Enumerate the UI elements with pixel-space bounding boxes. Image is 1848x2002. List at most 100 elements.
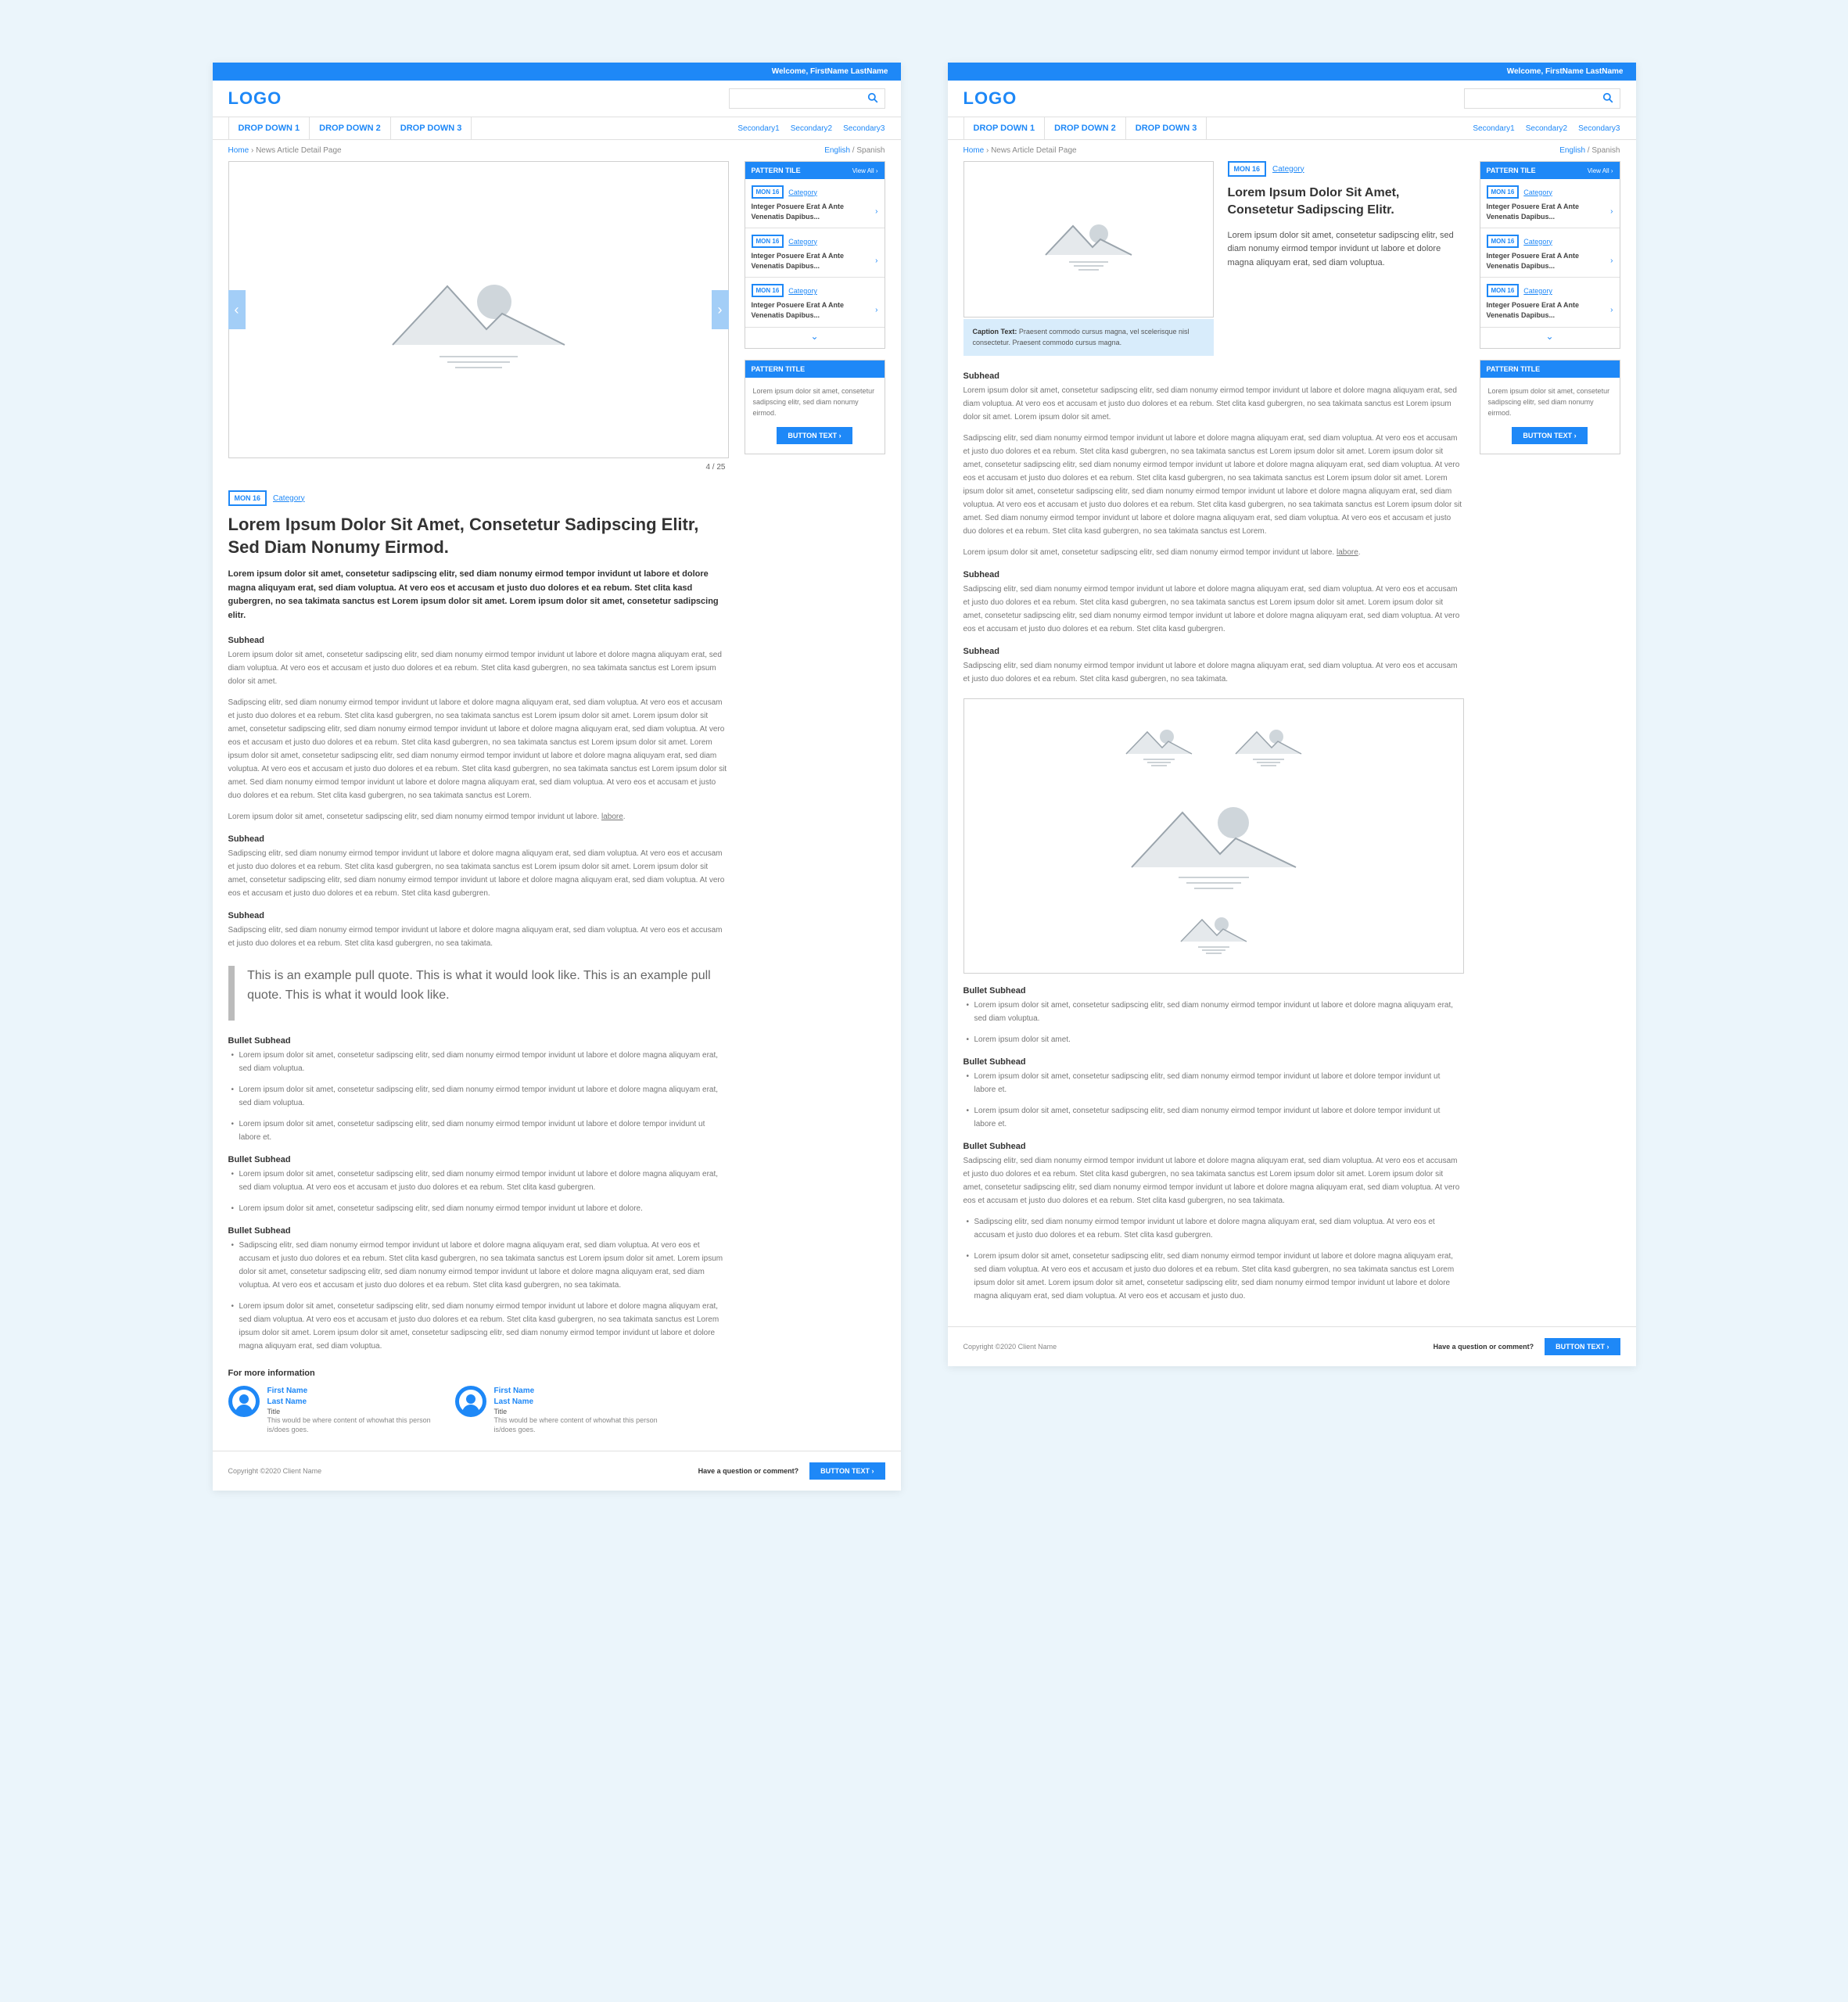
body-paragraph: Lorem ipsum dolor sit amet, consetetur s… [963, 384, 1464, 424]
chevron-right-icon: › [1606, 257, 1613, 265]
news-category-link[interactable]: Category [788, 287, 817, 295]
language-toggle: English / Spanish [1559, 146, 1620, 155]
sidebar-news-panel: PATTERN TILE View All › MON 16Category I… [1480, 161, 1620, 349]
nav-secondary-1[interactable]: Secondary1 [737, 124, 779, 133]
more-information: For more information First Name Last Nam… [228, 1369, 729, 1435]
contact-name[interactable]: First Name Last Name [267, 1386, 432, 1408]
sidebar-news-item[interactable]: MON 16Category Integer Posuere Erat A An… [745, 179, 885, 228]
search-icon[interactable] [861, 92, 885, 106]
chevron-right-icon: › [870, 306, 877, 314]
body-paragraph: Sadipscing elitr, sed diam nonumy eirmod… [228, 696, 729, 802]
search-icon[interactable] [1596, 92, 1620, 106]
nav-secondary-3[interactable]: Secondary3 [843, 124, 885, 133]
panel-title: PATTERN TILE [1487, 167, 1536, 174]
panel-more-toggle[interactable]: ⌄ [1480, 328, 1620, 348]
nav-dropdown-3[interactable]: DROP DOWN 3 [390, 117, 472, 139]
sidebar-news-item[interactable]: MON 16Category Integer Posuere Erat A An… [745, 228, 885, 278]
news-category-link[interactable]: Category [788, 238, 817, 246]
carousel-prev-button[interactable]: ‹ [228, 290, 246, 329]
sidebar-news-item[interactable]: MON 16Category Integer Posuere Erat A An… [1480, 179, 1620, 228]
footer-question: Have a question or comment? [698, 1467, 799, 1475]
pull-quote-bar [228, 966, 235, 1021]
lang-spanish[interactable]: Spanish [1591, 146, 1620, 155]
body-paragraph: Sadipscing elitr, sed diam nonumy eirmod… [963, 432, 1464, 538]
subhead: Subhead [963, 647, 1464, 656]
article-category-link[interactable]: Category [1272, 165, 1304, 174]
nav-secondary-3[interactable]: Secondary3 [1578, 124, 1620, 133]
gallery-image-placeholder [1229, 715, 1308, 770]
carousel-pager: 4 / 25 [228, 458, 729, 476]
news-date-tag: MON 16 [752, 235, 784, 248]
lang-english[interactable]: English [824, 146, 850, 155]
logo[interactable]: LOGO [228, 88, 282, 109]
inline-link[interactable]: labore [1337, 548, 1358, 557]
subhead: Subhead [228, 911, 729, 920]
view-all-link[interactable]: View All › [1588, 167, 1613, 174]
news-date-tag: MON 16 [1487, 284, 1520, 297]
bullet-item: Lorem ipsum dolor sit amet. [967, 1033, 1464, 1046]
chevron-right-icon: › [1606, 207, 1613, 216]
body-paragraph: Lorem ipsum dolor sit amet, consetetur s… [228, 810, 729, 823]
bullet-item: Lorem ipsum dolor sit amet, consetetur s… [231, 1118, 729, 1144]
more-info-heading: For more information [228, 1369, 729, 1378]
nav-dropdown-1[interactable]: DROP DOWN 1 [228, 117, 310, 139]
sidebar-button[interactable]: BUTTON TEXT › [1512, 427, 1587, 444]
body-paragraph: Lorem ipsum dolor sit amet, consetetur s… [963, 546, 1464, 559]
breadcrumb-home[interactable]: Home [228, 146, 249, 155]
news-date-tag: MON 16 [1487, 185, 1520, 199]
search-input[interactable] [1465, 95, 1596, 103]
nav-secondary-2[interactable]: Secondary2 [1526, 124, 1567, 133]
article-category-link[interactable]: Category [273, 494, 305, 503]
panel-more-toggle[interactable]: ⌄ [745, 328, 885, 348]
pull-quote: This is an example pull quote. This is w… [228, 966, 729, 1021]
contact-title: Title [267, 1408, 432, 1415]
contact-name[interactable]: First Name Last Name [494, 1386, 658, 1408]
carousel-next-button[interactable]: › [712, 290, 729, 329]
nav-secondary-1[interactable]: Secondary1 [1473, 124, 1514, 133]
hero-image-placeholder [377, 243, 580, 376]
bullet-subhead: Bullet Subhead [228, 1226, 729, 1236]
contact-description: This would be where content of whowhat t… [267, 1415, 432, 1435]
header: LOGO [948, 81, 1636, 117]
view-all-link[interactable]: View All › [852, 167, 878, 174]
article-date-tag: MON 16 [228, 490, 267, 506]
bullet-list: Lorem ipsum dolor sit amet, consetetur s… [963, 1070, 1464, 1131]
image-placeholder-icon [1038, 204, 1139, 274]
sidebar-news-item[interactable]: MON 16Category Integer Posuere Erat A An… [1480, 228, 1620, 278]
nav-dropdown-2[interactable]: DROP DOWN 2 [1044, 117, 1125, 139]
footer-button[interactable]: BUTTON TEXT › [1545, 1338, 1620, 1355]
lang-spanish[interactable]: Spanish [856, 146, 885, 155]
bullet-item: Lorem ipsum dolor sit amet, consetetur s… [231, 1202, 729, 1215]
sidebar-news-item[interactable]: MON 16Category Integer Posuere Erat A An… [1480, 278, 1620, 327]
sidebar-news-item[interactable]: MON 16Category Integer Posuere Erat A An… [745, 278, 885, 327]
news-category-link[interactable]: Category [1523, 238, 1552, 246]
nav-secondary-2[interactable]: Secondary2 [791, 124, 832, 133]
nav-dropdown-3[interactable]: DROP DOWN 3 [1125, 117, 1207, 139]
logo[interactable]: LOGO [963, 88, 1017, 109]
image-caption: Caption Text: Praesent commodo cursus ma… [963, 319, 1214, 356]
gallery-image-placeholder [1120, 777, 1308, 895]
news-category-link[interactable]: Category [788, 188, 817, 196]
news-date-tag: MON 16 [1487, 235, 1520, 248]
contact-card: First Name Last Name Title This would be… [228, 1386, 432, 1435]
news-date-tag: MON 16 [752, 284, 784, 297]
news-category-link[interactable]: Category [1523, 287, 1552, 295]
news-category-link[interactable]: Category [1523, 188, 1552, 196]
bullet-item: Lorem ipsum dolor sit amet, consetetur s… [231, 1300, 729, 1353]
article-title: Lorem Ipsum Dolor Sit Amet, Consetetur S… [228, 514, 729, 558]
bullet-subhead: Bullet Subhead [228, 1155, 729, 1164]
body-paragraph: Sadipscing elitr, sed diam nonumy eirmod… [963, 659, 1464, 686]
welcome-bar: Welcome, FirstName LastName [213, 63, 901, 81]
search-input[interactable] [730, 95, 861, 103]
nav-dropdown-2[interactable]: DROP DOWN 2 [309, 117, 390, 139]
breadcrumb-home[interactable]: Home [963, 146, 985, 155]
lang-english[interactable]: English [1559, 146, 1585, 155]
article-date-tag: MON 16 [1228, 161, 1267, 177]
sidebar-button[interactable]: BUTTON TEXT › [777, 427, 852, 444]
inline-link[interactable]: labore [601, 813, 623, 821]
nav-dropdown-1[interactable]: DROP DOWN 1 [963, 117, 1045, 139]
chevron-right-icon: › [870, 207, 877, 216]
bullet-list: Lorem ipsum dolor sit amet, consetetur s… [228, 1168, 729, 1215]
article-lead: Lorem ipsum dolor sit amet, consetetur s… [228, 568, 729, 622]
footer-button[interactable]: BUTTON TEXT › [809, 1462, 885, 1480]
